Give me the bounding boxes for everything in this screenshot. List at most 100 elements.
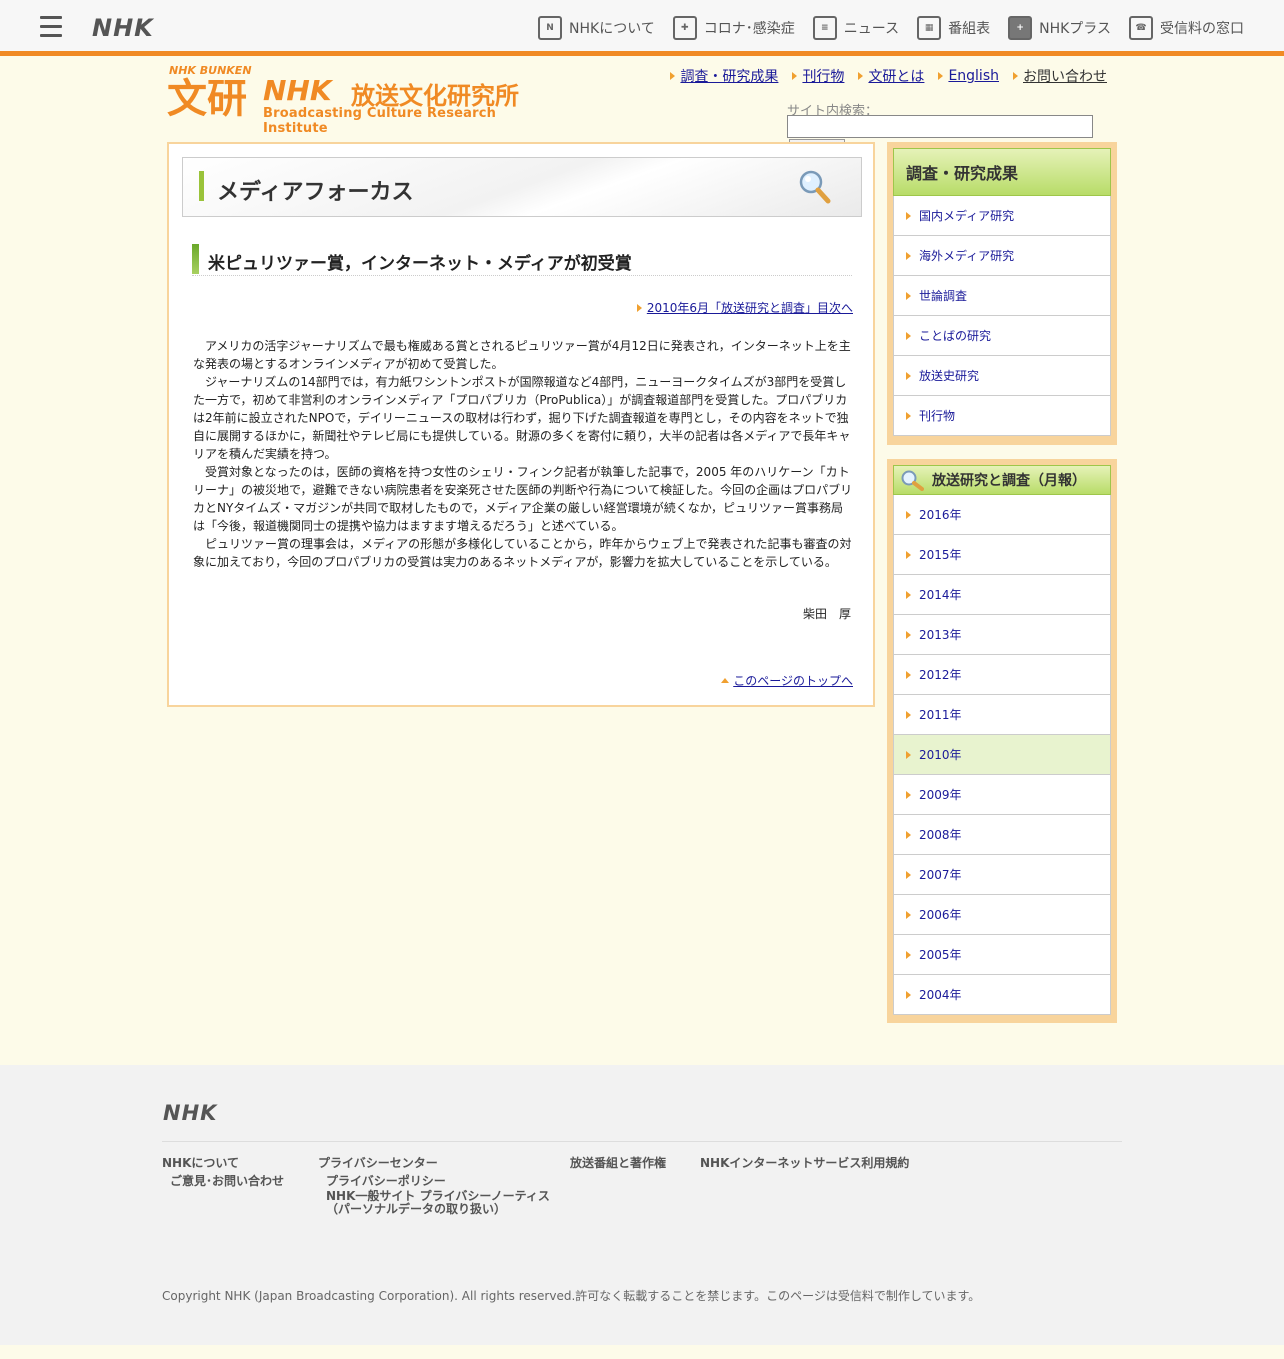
copyright-text: Copyright NHK (Japan Broadcasting Corpor…	[162, 1289, 981, 1303]
sidebar-item-year[interactable]: 2015年	[893, 535, 1111, 575]
sidebar-item-year[interactable]: 2010年	[893, 735, 1111, 775]
arrow-icon	[906, 710, 911, 719]
gnav-nhk-plus[interactable]: + NHKプラス	[1008, 16, 1111, 40]
global-nav: N NHKについて ✚ コロナ･感染症 ≡ ニュース ▦ 番組表 + NHKプラ…	[538, 16, 1244, 40]
gnav-corona[interactable]: ✚ コロナ･感染症	[672, 16, 795, 40]
footer-link-privacy-notice[interactable]: NHK一般サイト プライバシーノーティス （パーソナルデータの取り扱い）	[318, 1190, 550, 1216]
sidebar-item-publications[interactable]: 刊行物	[893, 396, 1111, 436]
reception-fee-icon: ☎	[1129, 16, 1153, 40]
sidebar-item-year[interactable]: 2009年	[893, 775, 1111, 815]
arrow-icon	[906, 251, 911, 260]
news-icon: ≡	[812, 16, 837, 40]
nhk-logo[interactable]: NHK	[92, 14, 154, 42]
arrow-icon	[636, 303, 642, 312]
footer-link-privacy-center[interactable]: プライバシーセンター	[318, 1154, 550, 1172]
bunken-logo-name-en: Broadcasting Culture Research Institute	[263, 106, 497, 136]
article-paragraph: ピュリツァー賞の理事会は，メディアの形態が多様化していることから，昨年からウェブ…	[193, 537, 852, 569]
gnav-about[interactable]: N NHKについて	[538, 16, 655, 40]
header-link-about[interactable]: 文研とは	[858, 66, 924, 86]
sidebar-item-label: ことばの研究	[919, 329, 992, 343]
arrow-icon	[906, 870, 911, 879]
sidebar-item-year[interactable]: 2004年	[893, 975, 1111, 1015]
sidebar-item-label: 2012年	[919, 668, 962, 682]
header-link-contact[interactable]: お問い合わせ	[1013, 66, 1107, 86]
sidebar-item-year[interactable]: 2005年	[893, 935, 1111, 975]
footer-link-about[interactable]: NHKについて	[162, 1154, 284, 1172]
header-link-about-label: 文研とは	[868, 69, 925, 85]
magnifier-icon	[799, 170, 831, 204]
footer-link-terms[interactable]: NHKインターネットサービス利用規約	[700, 1154, 909, 1172]
sidebar-item-domestic-media[interactable]: 国内メディア研究	[893, 196, 1111, 236]
gnav-news[interactable]: ≡ ニュース	[812, 16, 900, 40]
arrow-icon	[906, 510, 911, 519]
footer-col-copyright: 放送番組と著作権	[570, 1154, 666, 1172]
gnav-news-label: ニュース	[843, 21, 900, 37]
footer-privacy-notice-line1: NHK一般サイト プライバシーノーティス	[326, 1189, 550, 1203]
global-header: NHK N NHKについて ✚ コロナ･感染症 ≡ ニュース ▦ 番組表 + N…	[0, 0, 1284, 56]
sidebar-item-label: 2007年	[919, 868, 962, 882]
sidebar-item-opinion-survey[interactable]: 世論調査	[893, 276, 1111, 316]
sidebar-item-label: 放送史研究	[919, 369, 980, 383]
gnav-reception-fee-label: 受信料の窓口	[1160, 21, 1244, 37]
section-banner: メディアフォーカス	[182, 157, 862, 217]
sidebar-item-overseas-media[interactable]: 海外メディア研究	[893, 236, 1111, 276]
article-body: アメリカの活字ジャーナリズムで最も権威ある賞とされるピュリツァー賞が4月12日に…	[193, 337, 853, 571]
arrow-icon	[906, 590, 911, 599]
article-paragraph: 受賞対象となったのは，医師の資格を持つ女性のシェリ・フィンク記者が執筆した記事で…	[193, 465, 853, 533]
sidebar-item-year[interactable]: 2011年	[893, 695, 1111, 735]
header-link-publications[interactable]: 刊行物	[792, 66, 844, 86]
footer-divider	[162, 1141, 1122, 1142]
sidebar-item-label: 2008年	[919, 828, 962, 842]
search-input[interactable]	[787, 115, 1093, 138]
arrow-icon	[906, 411, 911, 420]
header-link-english[interactable]: English	[938, 66, 999, 86]
menu-icon[interactable]	[40, 16, 62, 38]
header-link-english-label: English	[948, 68, 999, 84]
gnav-program-guide[interactable]: ▦ 番組表	[917, 16, 990, 40]
sidebar-item-label: 2016年	[919, 508, 962, 522]
sidebar-item-year[interactable]: 2007年	[893, 855, 1111, 895]
article-heading-bar	[192, 244, 199, 274]
sidebar-item-broadcast-history[interactable]: 放送史研究	[893, 356, 1111, 396]
arrow-icon	[858, 72, 864, 80]
sidebar-item-year[interactable]: 2016年	[893, 495, 1111, 535]
arrow-icon	[906, 630, 911, 639]
footer-link-privacy-policy[interactable]: プライバシーポリシー	[318, 1172, 550, 1190]
sidebar-item-label: 国内メディア研究	[919, 209, 1015, 223]
bunken-logo[interactable]: NHK BUNKEN 文研 NHK 放送文化研究所 Broadcasting C…	[167, 64, 537, 136]
sidebar-item-label: 2009年	[919, 788, 962, 802]
header-links: 調査・研究成果 刊行物 文研とは English お問い合わせ	[670, 66, 1107, 86]
arrow-icon	[906, 211, 911, 220]
sidebar-item-year[interactable]: 2008年	[893, 815, 1111, 855]
footer-link-contact[interactable]: ご意見･お問い合わせ	[162, 1172, 284, 1190]
arrow-icon	[1013, 72, 1018, 80]
arrow-icon	[938, 72, 944, 80]
toc-link-label: 2010年6月「放送研究と調査」目次へ	[646, 301, 853, 315]
header-link-research[interactable]: 調査・研究成果	[670, 66, 778, 86]
sidebar-item-year[interactable]: 2012年	[893, 655, 1111, 695]
sidebar-item-year[interactable]: 2013年	[893, 615, 1111, 655]
sidebar-item-label: 2010年	[919, 748, 962, 762]
nhk-plus-icon: +	[1008, 16, 1033, 40]
gnav-reception-fee[interactable]: ☎ 受信料の窓口	[1129, 16, 1244, 40]
nhk-icon: N	[538, 16, 563, 40]
toc-link[interactable]: 2010年6月「放送研究と調査」目次へ	[636, 299, 853, 316]
page-top-link[interactable]: このページのトップへ	[721, 672, 853, 689]
footer-nhk-logo[interactable]: NHK	[163, 1101, 217, 1125]
sidebar-item-year[interactable]: 2006年	[893, 895, 1111, 935]
article-author: 柴田 厚	[802, 607, 851, 621]
sidebar-item-year[interactable]: 2014年	[893, 575, 1111, 615]
footer: NHK NHKについて ご意見･お問い合わせ プライバシーセンター プライバシー…	[0, 1065, 1284, 1345]
gnav-program-guide-label: 番組表	[948, 21, 991, 37]
header-link-publications-label: 刊行物	[802, 69, 845, 85]
sidebar-item-language-research[interactable]: ことばの研究	[893, 316, 1111, 356]
bunken-logo-nhk: NHK	[263, 74, 332, 107]
article-title: 米ピュリツァー賞，インターネット・メディアが初受賞	[208, 254, 632, 274]
arrow-icon	[906, 750, 911, 759]
bunken-logo-kanji: 文研	[167, 75, 247, 122]
footer-link-copyright[interactable]: 放送番組と著作権	[570, 1154, 666, 1172]
footer-privacy-notice-line2: （パーソナルデータの取り扱い）	[326, 1202, 507, 1216]
sidebar-monthly-header: 放送研究と調査（月報）	[893, 465, 1111, 495]
arrow-icon	[906, 910, 911, 919]
gnav-corona-label: コロナ･感染症	[703, 21, 795, 37]
